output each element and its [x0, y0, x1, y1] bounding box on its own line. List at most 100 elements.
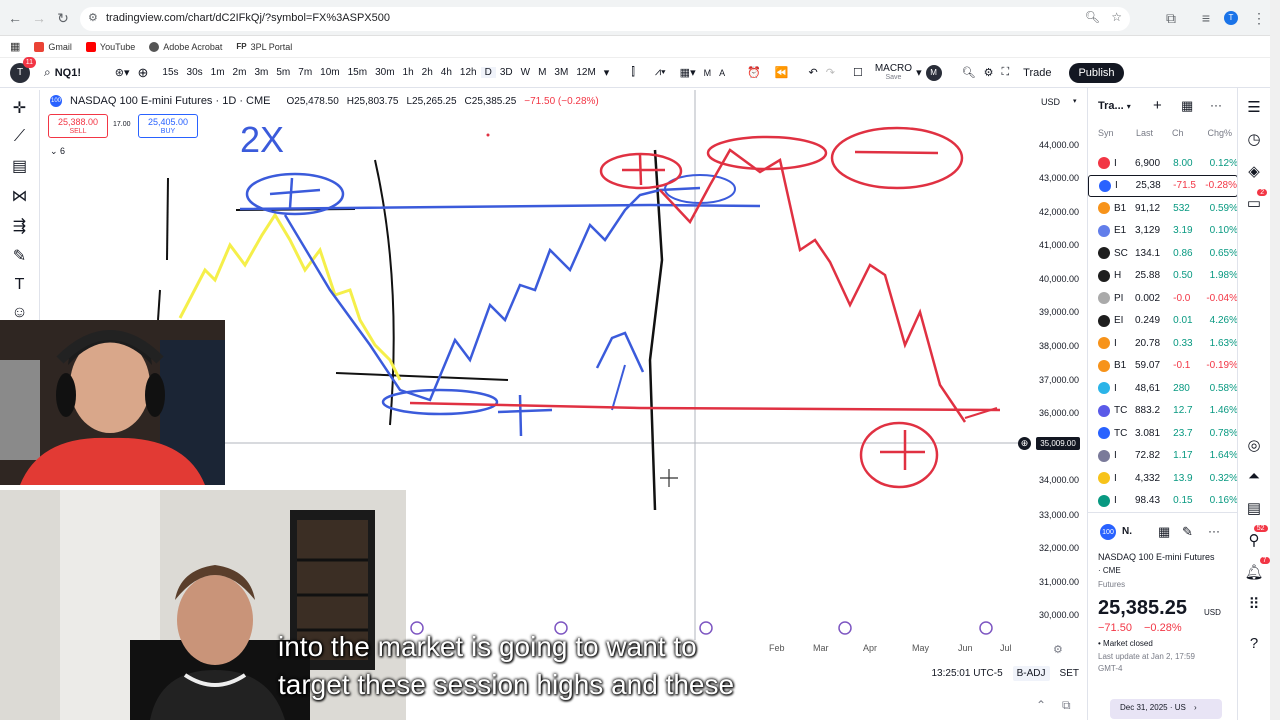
interval-15m[interactable]: 15m: [344, 67, 371, 78]
watchlist-row[interactable]: E1 3,129 3.19 0.10%: [1088, 220, 1238, 242]
time-settings-icon[interactable]: ⚙: [1053, 643, 1063, 656]
m-button[interactable]: M: [700, 68, 716, 78]
add-symbol-icon[interactable]: ⊕: [133, 65, 152, 81]
search-icon[interactable]: ⌕: [44, 65, 51, 80]
clock[interactable]: 13:25:01 UTC-5: [931, 668, 1002, 679]
buy-button[interactable]: 25,405.00 BUY: [138, 114, 198, 138]
layers-icon[interactable]: ◈: [1248, 162, 1260, 180]
layout-dropdown-icon[interactable]: ▾: [912, 66, 926, 79]
watchlist-row[interactable]: I 6,900 8.00 0.12%: [1088, 152, 1238, 174]
interval-1m[interactable]: 1m: [207, 67, 229, 78]
price-scale[interactable]: USD ▾ 44,000.00 43,000.00 42,000.00 41,000.…: [1035, 92, 1085, 632]
interval-3M[interactable]: 3M: [550, 67, 572, 78]
replay-icon[interactable]: ⏪: [771, 66, 793, 79]
notification-bell-icon[interactable]: 🔔︎ 7: [1244, 557, 1270, 581]
brush-icon[interactable]: ✎: [13, 246, 26, 266]
fullscreen-icon[interactable]: ⛶: [997, 66, 1013, 79]
fullscreen-box-icon[interactable]: ☐: [849, 66, 867, 79]
watchlist-row[interactable]: I 4,332 13.9 0.32%: [1088, 467, 1238, 489]
collapse-up-icon[interactable]: ⌃: [1036, 698, 1046, 712]
indicators-icon[interactable]: ⩘▾: [651, 66, 670, 79]
earnings-date[interactable]: Dec 31, 2025 · US ›: [1110, 699, 1222, 719]
quick-search-icon[interactable]: 🔍︎: [958, 66, 980, 79]
text-icon[interactable]: T: [15, 276, 25, 294]
interval-M[interactable]: M: [534, 67, 550, 78]
target-icon[interactable]: ◎: [1247, 436, 1260, 454]
interval-3D[interactable]: 3D: [496, 67, 517, 78]
media-icon[interactable]: ≡: [1195, 7, 1217, 29]
alerts-clock-icon[interactable]: ◷: [1247, 130, 1260, 148]
undo-icon[interactable]: ↶: [805, 66, 822, 79]
interval-15s[interactable]: 15s: [158, 67, 182, 78]
fib-icon[interactable]: ▤: [12, 156, 27, 176]
sell-button[interactable]: 25,388.00 SELL: [48, 114, 108, 138]
extensions-icon[interactable]: ⧉: [1160, 7, 1182, 29]
detail-more-icon[interactable]: ···: [1208, 524, 1220, 538]
watchlist-row[interactable]: TC 3.081 23.7 0.78%: [1088, 422, 1238, 444]
back-icon[interactable]: ←: [4, 7, 26, 29]
interval-7m[interactable]: 7m: [294, 67, 316, 78]
watchlist-row[interactable]: SC 134.1 0.86 0.65%: [1088, 242, 1238, 264]
ideas-icon[interactable]: ⚲ 52: [1249, 525, 1268, 549]
site-info-icon[interactable]: ⚙: [88, 11, 98, 24]
user-avatar[interactable]: T 11: [10, 56, 36, 83]
interval-W[interactable]: W: [517, 67, 534, 78]
add-symbol-icon[interactable]: +: [1153, 97, 1162, 114]
watchlist-icon[interactable]: ☰: [1247, 98, 1260, 116]
watchlist-row[interactable]: H 25.88 0.50 1.98%: [1088, 265, 1238, 287]
apps-grid-icon[interactable]: ▦: [10, 40, 20, 53]
pattern-icon[interactable]: ⋈: [12, 186, 28, 206]
interval-12h[interactable]: 12h: [456, 67, 481, 78]
macro-avatar[interactable]: M: [925, 64, 942, 81]
interval-30m[interactable]: 30m: [371, 67, 398, 78]
currency-dropdown-icon[interactable]: ▾: [1073, 97, 1077, 105]
chat-icon[interactable]: ▭ 2: [1247, 189, 1268, 212]
apps-grid-icon[interactable]: ⠿: [1249, 595, 1260, 613]
layout-name[interactable]: MACRO Save: [875, 63, 912, 82]
interval-1h[interactable]: 1h: [399, 67, 418, 78]
address-bar[interactable]: ⚙ tradingview.com/chart/dC2IFkQj/?symbol…: [80, 7, 1130, 31]
symbol-search[interactable]: NQ1!: [51, 67, 111, 79]
settings-icon[interactable]: ⚙: [980, 66, 998, 79]
interval-2m[interactable]: 2m: [229, 67, 251, 78]
interval-3m[interactable]: 3m: [250, 67, 272, 78]
layouts-icon[interactable]: ▦▾: [676, 66, 700, 79]
watchlist-row[interactable]: PI 0.002 -0.0 -0.04%: [1088, 287, 1238, 309]
badj-button[interactable]: B-ADJ: [1012, 665, 1050, 681]
candle-type-icon[interactable]: ⫿: [627, 66, 639, 79]
zoom-icon[interactable]: 🔍︎: [1085, 10, 1100, 24]
watchlist-title[interactable]: Tra... ▾: [1098, 100, 1131, 112]
bookmark-youtube[interactable]: YouTube: [85, 41, 135, 52]
publish-button[interactable]: Publish: [1069, 62, 1124, 83]
help-icon[interactable]: ?: [1250, 635, 1258, 652]
bookmark-star-icon[interactable]: ☆: [1111, 10, 1122, 24]
forward-icon[interactable]: →: [28, 7, 50, 29]
interval-10m[interactable]: 10m: [316, 67, 343, 78]
bookmark-adobe[interactable]: Adobe Acrobat: [149, 41, 222, 52]
interval-12M[interactable]: 12M: [572, 67, 599, 78]
trend-line-icon[interactable]: ⟋: [14, 128, 25, 146]
watchlist-row[interactable]: I 98.43 0.15 0.16%: [1088, 490, 1238, 512]
watchlist-row[interactable]: I 72.82 1.17 1.64%: [1088, 445, 1238, 467]
detail-name[interactable]: NASDAQ 100 E-mini Futures: [1098, 552, 1215, 562]
symbol-legend[interactable]: 100 NASDAQ 100 E-mini Futures · 1D · CME…: [50, 95, 599, 107]
watchlist-row[interactable]: I 25,38 -71.5 -0.28%: [1088, 174, 1238, 197]
calendar-icon[interactable]: ▤: [1247, 499, 1261, 517]
interval-30s[interactable]: 30s: [183, 67, 207, 78]
watchlist-row[interactable]: B1 59.07 -0.1 -0.19%: [1088, 355, 1238, 377]
watchlist-row[interactable]: I 48,61 280 0.58%: [1088, 377, 1238, 399]
compare-icon[interactable]: ⊛▾: [111, 66, 134, 79]
interval-5m[interactable]: 5m: [272, 67, 294, 78]
detail-grid-icon[interactable]: ▦: [1158, 524, 1170, 540]
interval-dropdown-icon[interactable]: ▾: [600, 66, 614, 79]
indicator-toggle[interactable]: ⌄ 6: [50, 146, 65, 157]
prediction-icon[interactable]: ⇶: [13, 216, 26, 236]
triangle-icon[interactable]: ⏶: [1248, 468, 1260, 485]
interval-4h[interactable]: 4h: [437, 67, 456, 78]
crosshair-icon[interactable]: ✛: [13, 98, 26, 118]
browser-menu-icon[interactable]: ⋮: [1248, 7, 1270, 29]
bookmark-gmail[interactable]: Gmail: [34, 41, 72, 52]
watchlist-row[interactable]: EI 0.249 0.01 4.26%: [1088, 310, 1238, 332]
trade-button[interactable]: Trade: [1019, 67, 1055, 79]
alert-icon[interactable]: ⏰: [743, 66, 765, 79]
